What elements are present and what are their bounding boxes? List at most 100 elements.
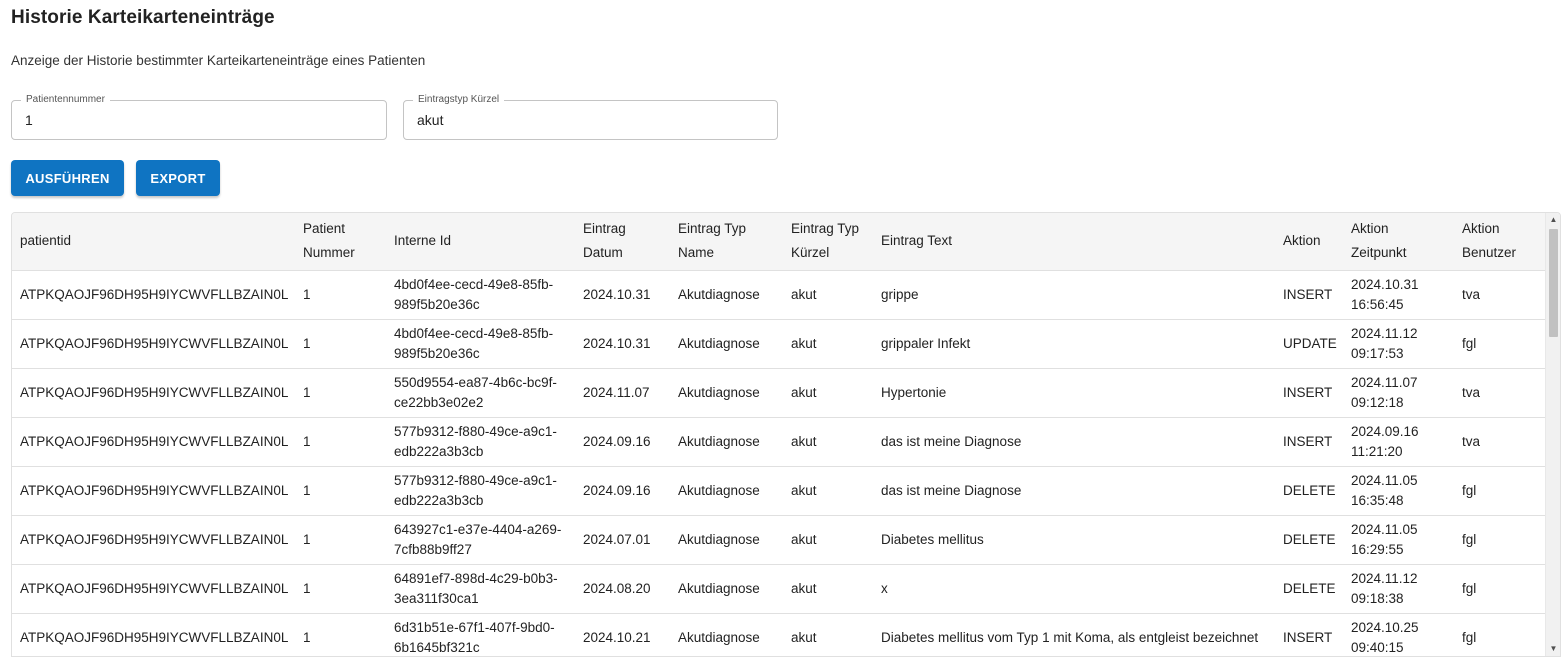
run-button[interactable]: AUSFÜHREN xyxy=(11,160,124,196)
cell-eintrag-datum: 2024.08.20 xyxy=(575,564,670,614)
cell-aktion: INSERT xyxy=(1275,417,1343,467)
patient-number-field: Patientennummer xyxy=(11,94,387,140)
cell-aktion: DELETE xyxy=(1275,515,1343,565)
column-header-line: patientid xyxy=(20,233,72,249)
cell-eintrag-typ-name: Akutdiagnose xyxy=(670,319,783,369)
table-row[interactable]: ATPKQAOJF96DH95H9IYCWVFLLBZAIN0L 1 4bd0f4e… xyxy=(12,270,1547,320)
cell-aktion-zeitpunkt: 2024.11.05 16:29:55 xyxy=(1343,515,1454,565)
cell-aktion-zeitpunkt: 2024.10.31 16:56:45 xyxy=(1343,270,1454,320)
column-header-interne-id[interactable]: Interne Id xyxy=(386,213,575,271)
cell-aktion-benutzer: fgl xyxy=(1454,319,1547,369)
column-header-line: Datum xyxy=(583,245,623,261)
cell-interne-id: 64891ef7-898d-4c29-b0b3-3ea311f30ca1 xyxy=(386,564,575,614)
cell-aktion: DELETE xyxy=(1275,564,1343,614)
cell-eintrag-typ-kuerzel: akut xyxy=(783,466,873,516)
export-button[interactable]: EXPORT xyxy=(136,160,220,196)
column-header-line: Patient xyxy=(303,221,346,237)
page-title: Historie Karteikarteneinträge xyxy=(11,7,275,28)
entry-type-input[interactable] xyxy=(404,101,777,139)
cell-aktion-benutzer: tva xyxy=(1454,270,1547,320)
cell-eintrag-text: das ist meine Diagnose xyxy=(873,417,1275,467)
column-header-aktion-zeitpunkt[interactable]: Aktion Zeitpunkt xyxy=(1343,213,1454,271)
scrollbar-thumb[interactable] xyxy=(1549,229,1558,337)
cell-aktion-benutzer: fgl xyxy=(1454,564,1547,614)
cell-eintrag-datum: 2024.10.31 xyxy=(575,319,670,369)
table-row[interactable]: ATPKQAOJF96DH95H9IYCWVFLLBZAIN0L 1 643927c… xyxy=(12,515,1547,565)
cell-patient-nummer: 1 xyxy=(295,417,386,467)
cell-aktion: INSERT xyxy=(1275,613,1343,656)
cell-patient-nummer: 1 xyxy=(295,613,386,656)
column-header-line: Eintrag xyxy=(583,221,626,237)
cell-patient-nummer: 1 xyxy=(295,368,386,418)
cell-eintrag-datum: 2024.11.07 xyxy=(575,368,670,418)
cell-eintrag-typ-name: Akutdiagnose xyxy=(670,613,783,656)
table-row[interactable]: ATPKQAOJF96DH95H9IYCWVFLLBZAIN0L 1 577b931… xyxy=(12,466,1547,516)
cell-eintrag-datum: 2024.10.21 xyxy=(575,613,670,656)
cell-aktion-benutzer: tva xyxy=(1454,368,1547,418)
column-header-line: Benutzer xyxy=(1462,245,1517,261)
cell-patientid: ATPKQAOJF96DH95H9IYCWVFLLBZAIN0L xyxy=(12,564,295,614)
cell-patientid: ATPKQAOJF96DH95H9IYCWVFLLBZAIN0L xyxy=(12,466,295,516)
cell-interne-id: 577b9312-f880-49ce-a9c1-edb222a3b3cb xyxy=(386,417,575,467)
column-header-line: Zeitpunkt xyxy=(1351,245,1407,261)
cell-aktion-benutzer: fgl xyxy=(1454,466,1547,516)
column-header-line: Kürzel xyxy=(791,245,830,261)
table-row[interactable]: ATPKQAOJF96DH95H9IYCWVFLLBZAIN0L 1 4bd0f4e… xyxy=(12,319,1547,369)
cell-aktion-benutzer: fgl xyxy=(1454,613,1547,656)
history-table: patientid Patient Nummer Interne Id Eintrag D… xyxy=(12,213,1547,656)
cell-aktion-zeitpunkt: 2024.10.25 09:40:15 xyxy=(1343,613,1454,656)
cell-eintrag-typ-kuerzel: akut xyxy=(783,515,873,565)
cell-aktion-benutzer: tva xyxy=(1454,417,1547,467)
cell-aktion: INSERT xyxy=(1275,270,1343,320)
cell-eintrag-typ-name: Akutdiagnose xyxy=(670,564,783,614)
entry-type-field: Eintragstyp Kürzel xyxy=(403,94,778,140)
vertical-scrollbar[interactable]: ▲ ▼ xyxy=(1545,213,1560,656)
table-row[interactable]: ATPKQAOJF96DH95H9IYCWVFLLBZAIN0L 1 64891ef… xyxy=(12,564,1547,614)
column-header-patient-nummer[interactable]: Patient Nummer xyxy=(295,213,386,271)
cell-patientid: ATPKQAOJF96DH95H9IYCWVFLLBZAIN0L xyxy=(12,319,295,369)
column-header-line: Eintrag Typ xyxy=(791,221,860,237)
patient-number-input[interactable] xyxy=(12,101,386,139)
cell-interne-id: 4bd0f4ee-cecd-49e8-85fb-989f5b20e36c xyxy=(386,319,575,369)
column-header-eintrag-typ-kuerzel[interactable]: Eintrag Typ Kürzel xyxy=(783,213,873,271)
cell-eintrag-text: Diabetes mellitus xyxy=(873,515,1275,565)
cell-aktion-zeitpunkt: 2024.11.12 09:17:53 xyxy=(1343,319,1454,369)
cell-interne-id: 4bd0f4ee-cecd-49e8-85fb-989f5b20e36c xyxy=(386,270,575,320)
history-table-container: patientid Patient Nummer Interne Id Eintrag D… xyxy=(11,212,1561,657)
cell-patient-nummer: 1 xyxy=(295,466,386,516)
cell-aktion: DELETE xyxy=(1275,466,1343,516)
column-header-aktion-benutzer[interactable]: Aktion Benutzer xyxy=(1454,213,1547,271)
cell-patientid: ATPKQAOJF96DH95H9IYCWVFLLBZAIN0L xyxy=(12,613,295,656)
column-header-line: Aktion xyxy=(1462,221,1500,237)
column-header-line: Aktion xyxy=(1351,221,1389,237)
column-header-eintrag-typ-name[interactable]: Eintrag Typ Name xyxy=(670,213,783,271)
cell-eintrag-typ-name: Akutdiagnose xyxy=(670,368,783,418)
cell-interne-id: 577b9312-f880-49ce-a9c1-edb222a3b3cb xyxy=(386,466,575,516)
column-header-patientid[interactable]: patientid xyxy=(12,213,295,271)
column-header-line: Interne Id xyxy=(394,233,452,249)
cell-patient-nummer: 1 xyxy=(295,515,386,565)
column-header-eintrag-text[interactable]: Eintrag Text xyxy=(873,213,1275,271)
cell-eintrag-text: x xyxy=(873,564,1275,614)
arrow-down-icon[interactable]: ▼ xyxy=(1546,642,1560,656)
cell-eintrag-text: Hypertonie xyxy=(873,368,1275,418)
table-header-row: patientid Patient Nummer Interne Id Eintrag D… xyxy=(12,213,1547,271)
column-header-aktion[interactable]: Aktion xyxy=(1275,213,1343,271)
table-row[interactable]: ATPKQAOJF96DH95H9IYCWVFLLBZAIN0L 1 550d955… xyxy=(12,368,1547,418)
arrow-up-icon[interactable]: ▲ xyxy=(1546,213,1560,227)
cell-eintrag-typ-name: Akutdiagnose xyxy=(670,515,783,565)
cell-eintrag-datum: 2024.10.31 xyxy=(575,270,670,320)
cell-eintrag-typ-kuerzel: akut xyxy=(783,613,873,656)
cell-eintrag-typ-name: Akutdiagnose xyxy=(670,417,783,467)
table-row[interactable]: ATPKQAOJF96DH95H9IYCWVFLLBZAIN0L 1 577b931… xyxy=(12,417,1547,467)
cell-eintrag-typ-kuerzel: akut xyxy=(783,368,873,418)
cell-aktion: INSERT xyxy=(1275,368,1343,418)
cell-patient-nummer: 1 xyxy=(295,319,386,369)
cell-eintrag-text: das ist meine Diagnose xyxy=(873,466,1275,516)
column-header-eintrag-datum[interactable]: Eintrag Datum xyxy=(575,213,670,271)
cell-patientid: ATPKQAOJF96DH95H9IYCWVFLLBZAIN0L xyxy=(12,368,295,418)
cell-aktion: UPDATE xyxy=(1275,319,1343,369)
cell-patientid: ATPKQAOJF96DH95H9IYCWVFLLBZAIN0L xyxy=(12,270,295,320)
column-header-line: Eintrag Text xyxy=(881,233,953,249)
table-row[interactable]: ATPKQAOJF96DH95H9IYCWVFLLBZAIN0L 1 6d31b51… xyxy=(12,613,1547,656)
